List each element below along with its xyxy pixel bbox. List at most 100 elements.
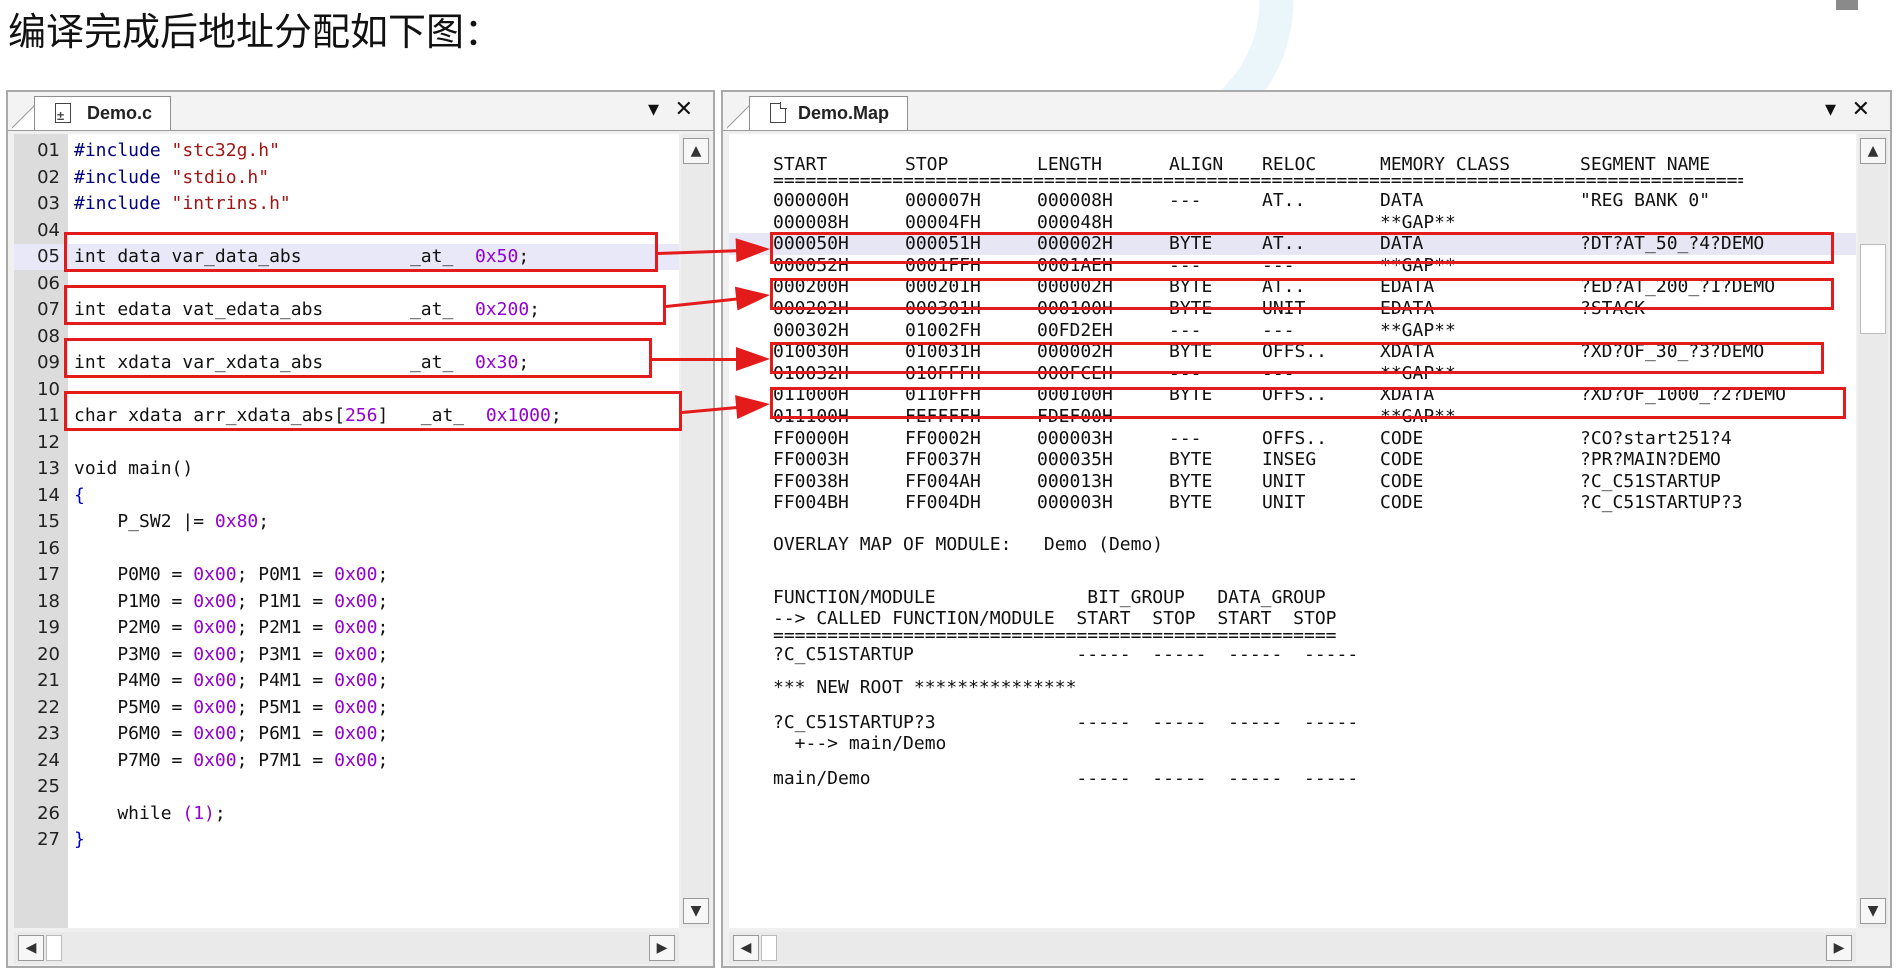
code-line[interactable]: 21 P4M0 = 0x00; P4M1 = 0x00; [14, 668, 679, 694]
map-cell: --- [1169, 190, 1202, 211]
scroll-down-icon[interactable]: ▼ [683, 898, 709, 924]
map-row[interactable]: 000008H 00004FH 000048H **GAP** [773, 212, 1833, 234]
scroll-thumb[interactable] [46, 935, 62, 961]
code-line[interactable]: 05 int data var_data_abs _at_ 0x50; [14, 244, 679, 270]
code-line[interactable]: 11 char xdata arr_xdata_abs[256] _at_ 0x1… [14, 403, 679, 429]
code-token: ; [550, 405, 562, 426]
code-token: P4M0 = [74, 670, 194, 691]
map-cell: FF0003H [773, 449, 849, 471]
map-row[interactable]: FF004BH FF004DH 000003H BYTE UNIT CODE ?C_C51S… [773, 492, 1833, 514]
code-line[interactable]: 03 #include "intrins.h" [14, 191, 679, 217]
map-cell: 0110FFH [905, 384, 981, 406]
code-line[interactable]: 12 [14, 430, 679, 456]
code-token: P2M0 = [74, 617, 194, 638]
scroll-up-icon[interactable]: ▲ [1860, 138, 1886, 164]
code-line[interactable]: 14 { [14, 483, 679, 509]
code-line[interactable]: 06 [14, 271, 679, 297]
code-line[interactable]: 04 [14, 218, 679, 244]
close-icon[interactable]: ✕ [675, 98, 693, 122]
scroll-right-icon[interactable]: ▶ [649, 935, 675, 961]
map-cell: 000002H [1037, 276, 1113, 298]
code-token: P5M0 = [74, 696, 194, 718]
code-line[interactable]: 16 [14, 536, 679, 562]
dropdown-icon[interactable]: ▾ [1825, 98, 1836, 122]
code-line[interactable]: 19 P2M0 = 0x00; P2M1 = 0x00; [14, 615, 679, 641]
close-icon[interactable]: ✕ [1852, 98, 1870, 122]
scroll-thumb[interactable] [1860, 244, 1886, 334]
tab-demo-map[interactable]: Demo.Map [749, 96, 909, 130]
code-line[interactable]: 20 P3M0 = 0x00; P3M1 = 0x00; [14, 642, 679, 668]
code-line[interactable]: 24 P7M0 = 0x00; P7M1 = 0x00; [14, 748, 679, 774]
map-cell: 000003H [1037, 492, 1113, 514]
map-row[interactable]: 010030H 010031H 000002H BYTE OFFS.. XDATA ?XD?… [773, 341, 1833, 363]
code-line[interactable]: 26 while (1); [14, 801, 679, 827]
document-icon [770, 102, 787, 123]
line-number: 15 [37, 511, 60, 532]
map-cell: BYTE [1169, 449, 1213, 471]
code-token: ] _at_ [377, 405, 486, 426]
code-line[interactable]: 18 P1M0 = 0x00; P1M1 = 0x00; [14, 589, 679, 615]
code-line[interactable]: 13 void main() [14, 456, 679, 482]
line-number: 19 [37, 617, 60, 638]
map-cell: --- [1169, 362, 1202, 384]
scroll-thumb[interactable] [761, 935, 777, 961]
code-token: 0x200 [474, 299, 530, 320]
code-line[interactable]: 17 P0M0 = 0x00; P0M1 = 0x00; [14, 562, 679, 588]
line-number: 27 [37, 829, 60, 850]
map-row[interactable]: 011000H 0110FFH 000100H BYTE OFFS.. XDATA ?XD?… [773, 384, 1833, 406]
code-token: P6M0 = [74, 723, 194, 744]
code-line[interactable]: 10 [14, 377, 679, 403]
code-token: void main() [74, 458, 194, 479]
code-editor[interactable]: 01 #include "stc32g.h" 02 #include "stdio.h… [14, 134, 679, 928]
dropdown-icon[interactable]: ▾ [648, 98, 659, 122]
line-number: 17 [37, 564, 60, 585]
editor-horizontal-scrollbar[interactable]: ◀ ▶ [14, 932, 679, 964]
code-token: 0x00 [193, 643, 237, 665]
code-line[interactable]: 27} [14, 827, 679, 853]
code-line[interactable]: 07 int edata vat_edata_abs _at_ 0x200; [14, 297, 679, 323]
tab-demo-c[interactable]: Demo.c [34, 96, 172, 132]
map-row[interactable]: 000000H 000007H 000008H --- AT.. DATA "REG BAN… [773, 190, 1833, 212]
code-token: ; P1M1 = [236, 590, 335, 612]
map-row[interactable]: 011100H FEFFFFH FDEF00H --- --- **GAP** [773, 406, 1833, 428]
code-token: #include [74, 140, 172, 161]
map-vertical-scrollbar[interactable]: ▲ ▼ [1858, 134, 1888, 928]
code-line[interactable]: 22 P5M0 = 0x00; P5M1 = 0x00; [14, 695, 679, 721]
code-token: "intrins.h" [171, 193, 291, 214]
code-token: 0x80 [214, 511, 259, 532]
arrow-head-icon [734, 283, 772, 311]
code-line[interactable]: 01 #include "stc32g.h" [14, 138, 679, 164]
code-token: P_SW2 |= [74, 511, 215, 532]
code-line[interactable]: 25 [14, 774, 679, 800]
map-cell: ?C_C51STARTUP?3 [1580, 492, 1743, 514]
code-line[interactable]: 08 [14, 324, 679, 350]
map-cell: 010031H [905, 341, 981, 363]
map-row[interactable]: FF0038H FF004AH 000013H BYTE UNIT CODE ?C_C51S… [773, 471, 1833, 493]
code-line[interactable]: 09 int xdata var_xdata_abs _at_ 0x30; [14, 350, 679, 376]
map-row[interactable]: 010032H 010FFFH 000FCEH --- --- **GAP** [773, 363, 1833, 385]
scroll-left-icon[interactable]: ◀ [18, 935, 44, 961]
code-line[interactable]: 02 #include "stdio.h" [14, 165, 679, 191]
code-line[interactable]: 15 P_SW2 |= 0x80; [14, 509, 679, 535]
map-row[interactable]: 000202H 000301H 000100H BYTE UNIT EDATA ?STACK [773, 298, 1833, 320]
overlay-line: main/Demo ----- ----- ----- ----- [773, 768, 1359, 789]
map-cell: CODE [1380, 470, 1424, 492]
map-row[interactable]: 000052H 0001FFH 0001AEH --- --- **GAP** [773, 255, 1833, 277]
scroll-up-icon[interactable]: ▲ [683, 138, 709, 164]
map-row[interactable]: FF0000H FF0002H 000003H --- OFFS.. CODE ?CO?st… [773, 428, 1833, 450]
map-row[interactable]: FF0003H FF0037H 000035H BYTE INSEG CODE ?PR?MA… [773, 449, 1833, 471]
code-line[interactable]: 23 P6M0 = 0x00; P6M1 = 0x00; [14, 721, 679, 747]
scroll-right-icon[interactable]: ▶ [1826, 935, 1852, 961]
map-row[interactable]: 000050H 000051H 000002H BYTE AT.. DATA ?DT?AT_… [773, 233, 1833, 255]
map-cell: **GAP** [1380, 362, 1456, 384]
map-cell: ?STACK [1580, 298, 1646, 319]
line-number: 12 [37, 431, 60, 453]
scroll-left-icon[interactable]: ◀ [733, 935, 759, 961]
map-horizontal-scrollbar[interactable]: ◀ ▶ [729, 932, 1856, 964]
map-cell: --- [1262, 319, 1295, 341]
map-row[interactable]: 000200H 000201H 000002H BYTE AT.. EDATA ?ED?AT… [773, 276, 1833, 298]
code-token: ; [518, 352, 530, 373]
map-row[interactable]: 000302H 01002FH 00FD2EH --- --- **GAP** [773, 320, 1833, 342]
map-listing[interactable]: START STOP LENGTH ALIGN RELOC MEMORY CLASS SEG… [729, 134, 1856, 928]
scroll-down-icon[interactable]: ▼ [1860, 898, 1886, 924]
